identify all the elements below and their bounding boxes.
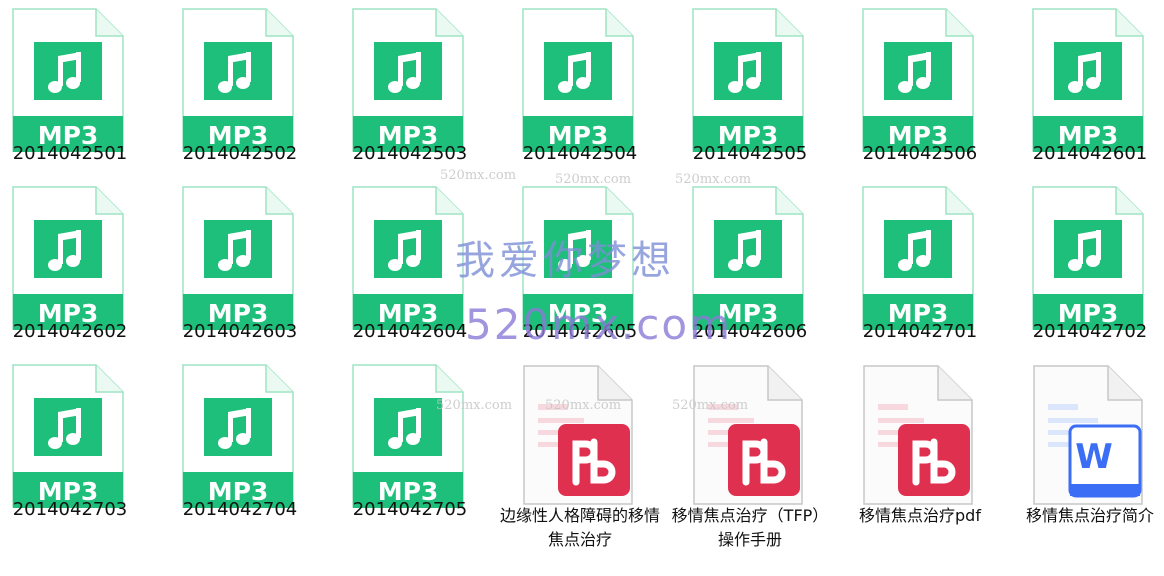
file-name: 2014042605 <box>522 321 638 342</box>
file-name: 边缘性人格障碍的移情焦点治疗 <box>500 506 661 549</box>
file-grid: MP3 2014042501 MP3 2014042502 MP3 201404… <box>0 0 1164 576</box>
file-item[interactable]: MP3 2014042603 <box>170 178 310 356</box>
mp3-file-icon: MP3 <box>352 8 464 152</box>
file-name: 2014042503 <box>352 143 468 164</box>
file-name: 2014042502 <box>182 143 298 164</box>
file-name: 2014042702 <box>1032 321 1148 342</box>
mp3-file-icon: MP3 <box>522 186 634 330</box>
file-item[interactable]: MP3 2014042503 <box>340 0 480 178</box>
pdf-file-icon <box>693 365 803 505</box>
file-name: 2014042505 <box>692 143 808 164</box>
mp3-file-icon: MP3 <box>182 186 294 330</box>
mp3-file-icon: MP3 <box>862 8 974 152</box>
word-badge: W <box>1075 437 1113 477</box>
file-item[interactable]: MP3 2014042701 <box>850 178 990 356</box>
file-name: 移情焦点治疗简介 <box>1025 506 1154 525</box>
file-item[interactable]: MP3 2014042703 <box>0 356 140 534</box>
file-item[interactable]: 移情焦点治疗（TFP）操作手册 <box>672 356 828 549</box>
file-name: 移情焦点治疗pdf <box>859 506 981 525</box>
file-item[interactable]: MP3 2014042605 <box>510 178 650 356</box>
mp3-file-icon: MP3 <box>182 364 294 508</box>
pdf-file-icon <box>523 365 633 505</box>
file-item[interactable]: MP3 2014042702 <box>1020 178 1160 356</box>
mp3-file-icon: MP3 <box>522 8 634 152</box>
file-item[interactable]: MP3 2014042604 <box>340 178 480 356</box>
file-name: 移情焦点治疗（TFP）操作手册 <box>671 506 829 549</box>
file-name: 2014042705 <box>352 499 468 520</box>
mp3-file-icon: MP3 <box>12 186 124 330</box>
file-item[interactable]: MP3 2014042501 <box>0 0 140 178</box>
file-item[interactable]: MP3 2014042601 <box>1020 0 1160 178</box>
file-name: 2014042601 <box>1032 143 1148 164</box>
mp3-file-icon: MP3 <box>862 186 974 330</box>
mp3-file-icon: MP3 <box>1032 186 1144 330</box>
file-name: 2014042606 <box>692 321 808 342</box>
file-item[interactable]: MP3 2014042504 <box>510 0 650 178</box>
file-item[interactable]: W 移情焦点治疗简介 <box>1020 356 1160 534</box>
file-item[interactable]: 移情焦点治疗pdf <box>850 356 990 534</box>
pdf-file-icon <box>863 365 973 505</box>
file-item[interactable]: MP3 2014042506 <box>850 0 990 178</box>
file-item[interactable]: MP3 2014042705 <box>340 356 480 534</box>
mp3-file-icon: MP3 <box>352 364 464 508</box>
file-name: 2014042504 <box>522 143 638 164</box>
file-item[interactable]: MP3 2014042505 <box>680 0 820 178</box>
file-name: 2014042701 <box>862 321 978 342</box>
file-name: 2014042603 <box>182 321 298 342</box>
file-item[interactable]: MP3 2014042602 <box>0 178 140 356</box>
mp3-file-icon: MP3 <box>352 186 464 330</box>
mp3-file-icon: MP3 <box>692 8 804 152</box>
file-item[interactable]: MP3 2014042704 <box>170 356 310 534</box>
file-name: 2014042704 <box>182 499 298 520</box>
mp3-file-icon: MP3 <box>182 8 294 152</box>
file-item[interactable]: 边缘性人格障碍的移情焦点治疗 <box>500 356 660 549</box>
file-item[interactable]: MP3 2014042502 <box>170 0 310 178</box>
file-name: 2014042604 <box>352 321 468 342</box>
file-name: 2014042703 <box>12 499 128 520</box>
file-name: 2014042501 <box>12 143 128 164</box>
word-file-icon: W <box>1033 365 1143 505</box>
mp3-file-icon: MP3 <box>12 8 124 152</box>
mp3-file-icon: MP3 <box>692 186 804 330</box>
file-name: 2014042506 <box>862 143 978 164</box>
file-item[interactable]: MP3 2014042606 <box>680 178 820 356</box>
mp3-file-icon: MP3 <box>12 364 124 508</box>
file-name: 2014042602 <box>12 321 128 342</box>
mp3-file-icon: MP3 <box>1032 8 1144 152</box>
